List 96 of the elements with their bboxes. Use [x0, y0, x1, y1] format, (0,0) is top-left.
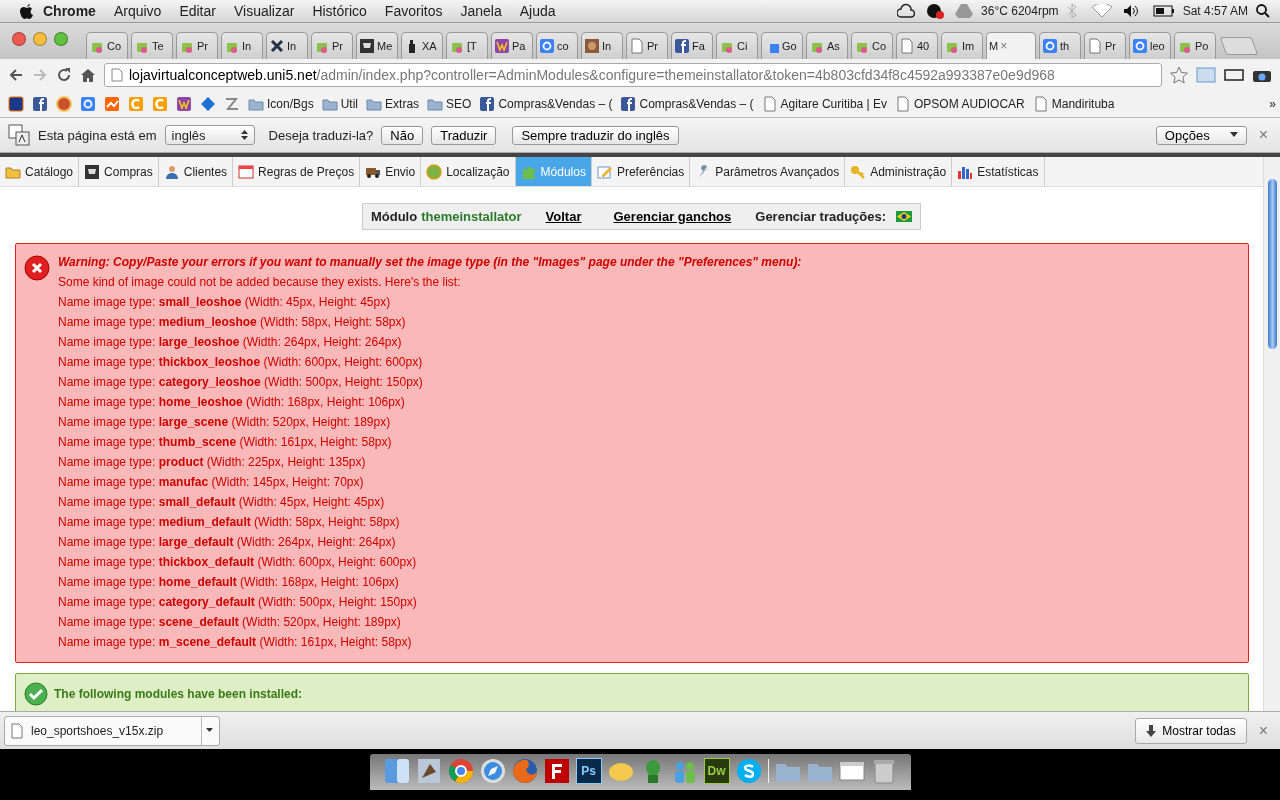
download-item[interactable]: leo_sportshoes_v15x.zip [4, 715, 220, 746]
browser-tab[interactable]: Pr [311, 32, 353, 59]
success-title: The following modules have been installed: [54, 687, 303, 701]
browser-tab[interactable]: In [221, 32, 263, 59]
translate-button[interactable]: Não [381, 125, 424, 145]
browser-tab[interactable]: In [266, 32, 308, 59]
browser-tab[interactable]: Fa [671, 32, 713, 59]
browser-tab[interactable]: XA [401, 32, 443, 59]
error-text: Name image type: thickbox_leoshoe (Width: 600px, Height: 600px) [58, 355, 424, 371]
browser-tab[interactable]: M × [986, 32, 1036, 59]
error-text: Name image type: manufac (Width: 145px, Height: 70px) [58, 475, 365, 491]
error-text: Name image type: thumb_scene (Width: 161px, Height: 58px) [58, 435, 393, 451]
translations-label: Gerenciar traduções: [755, 209, 887, 224]
error-text: Name image type: thickbox_default (Width: 600px, Height: 600px) [58, 555, 418, 571]
app-icon[interactable]: Ps [575, 758, 602, 784]
browser-tab[interactable]: co [536, 32, 578, 59]
translate-button[interactable]: Traduzir [431, 125, 497, 145]
admin-tab[interactable]: Compras [79, 157, 159, 186]
browser-tab[interactable]: Pa [491, 32, 533, 59]
admin-tab[interactable]: Catálogo [0, 157, 80, 186]
admin-tab[interactable]: Envio [360, 157, 422, 186]
admin-tab[interactable]: Localização [421, 157, 516, 186]
error-text: Name image type: m_scene_default (Width: 161px, Height: 58px) [58, 635, 413, 651]
close-button[interactable]: × [1254, 126, 1272, 144]
translate-question: Deseja traduzi-la? [268, 127, 374, 143]
browser-tab[interactable]: In [581, 32, 623, 59]
menu-item[interactable]: Histórico [303, 3, 376, 19]
browser-tab[interactable]: leo [1129, 32, 1171, 59]
browser-tab[interactable]: Te [131, 32, 173, 59]
bookmark[interactable]: SEO [423, 96, 476, 112]
module-link[interactable]: Gerenciar ganchos [613, 209, 732, 224]
bookmark[interactable]: Agitare Curitiba | Ev [757, 96, 892, 112]
error-text: Name image type: category_default (Width: 500px, Height: 150px) [58, 595, 418, 611]
error-text: Name image type: category_leoshoe (Width: 500px, Height: 150px) [58, 375, 424, 391]
error-text: Some kind of image could not be added because they exists. Here's the list: [58, 275, 462, 291]
module-name: themeinstallator [421, 209, 522, 224]
error-text: Name image type: medium_leoshoe (Width: 58px, Height: 58px) [58, 315, 407, 331]
browser-tab[interactable]: Go [761, 32, 803, 59]
menu-item[interactable]: Favoritos [375, 3, 452, 19]
close-tab-button[interactable]: × [1000, 39, 1008, 53]
clock: Sat 4:57 AM [1181, 4, 1249, 18]
admin-tab[interactable]: Estatísticas [952, 157, 1045, 186]
admin-tab[interactable]: Administração [845, 157, 953, 186]
menu-item[interactable]: Arquivo [104, 3, 171, 19]
bookmark[interactable]: Mandirituba [1028, 96, 1119, 112]
close-button[interactable]: × [1254, 721, 1272, 740]
menu-item[interactable]: Ajuda [510, 3, 565, 19]
bookmark[interactable]: OPSOM AUDIOCAR [891, 96, 1029, 112]
error-text: Name image type: small_leoshoe (Width: 45px, Height: 45px) [58, 295, 392, 311]
bookmark[interactable]: Extras [362, 96, 424, 112]
menu-item[interactable]: Janela [451, 3, 511, 19]
show-all-button[interactable]: Mostrar todas [1135, 717, 1247, 744]
bookmark[interactable]: Compras&Vendas – ( [616, 96, 758, 112]
menu-item[interactable]: Editar [170, 3, 225, 19]
bookmark[interactable]: Util [317, 96, 363, 112]
module-label: Módulo [370, 209, 418, 224]
error-text: Name image type: home_default (Width: 168px, Height: 106px) [58, 575, 400, 591]
browser-tab[interactable]: th [1039, 32, 1081, 59]
browser-tab[interactable]: Pr [1084, 32, 1126, 59]
error-text: Name image type: large_scene (Width: 520px, Height: 189px) [58, 415, 392, 431]
bookmark[interactable]: Compras&Vendas – ( [475, 96, 617, 112]
error-text: Name image type: medium_default (Width: 58px, Height: 58px) [58, 515, 401, 531]
admin-tab[interactable]: Preferências [591, 157, 691, 186]
error-text: Name image type: small_default (Width: 45px, Height: 45px) [58, 495, 386, 511]
temperature-reading: 36°C 6204rpm [980, 4, 1060, 18]
browser-tab[interactable]: Co [851, 32, 893, 59]
translate-button[interactable]: Sempre traduzir do inglês [512, 125, 679, 145]
admin-tab[interactable]: Regras de Preços [233, 157, 361, 186]
options-button[interactable]: Opções [1155, 125, 1247, 145]
browser-tab[interactable]: Po [1174, 32, 1216, 59]
translate-prompt: Esta página está em [38, 127, 157, 143]
browser-tab[interactable]: Ci [716, 32, 758, 59]
error-text: Name image type: scene_default (Width: 520px, Height: 189px) [58, 615, 402, 631]
browser-tab[interactable]: Pr [626, 32, 668, 59]
error-text: Name image type: large_default (Width: 264px, Height: 264px) [58, 535, 397, 551]
address-bar[interactable]: lojavirtualconceptweb.uni5.net/admin/index.php?controller=AdminModules&configure=themeinstallator&token=4b803cfd34f8c4592a993387e0e9d968 [104, 63, 1162, 87]
browser-tab[interactable]: 40 [896, 32, 938, 59]
error-title: Warning: Copy/Paste your errors if you want to manually set the image type (in the "Images" page under the "Preferences" menu): [58, 255, 802, 271]
language-select[interactable]: inglês [164, 125, 255, 145]
browser-tab[interactable]: Co [86, 32, 128, 59]
browser-tab[interactable]: Me [356, 32, 398, 59]
module-link[interactable]: Voltar [545, 209, 582, 224]
more-bookmarks-button[interactable]: » [1269, 97, 1276, 111]
browser-tab[interactable]: As [806, 32, 848, 59]
bookmark[interactable]: Icon/Bgs [244, 96, 318, 112]
error-text: Name image type: large_leoshoe (Width: 264px, Height: 264px) [58, 335, 403, 351]
app-icon[interactable]: Dw [703, 758, 730, 784]
error-text: Name image type: product (Width: 225px, Height: 135px) [58, 455, 367, 471]
browser-tab[interactable]: Pr [176, 32, 218, 59]
browser-tab[interactable]: [T [446, 32, 488, 59]
browser-tab[interactable]: Im [941, 32, 983, 59]
menu-item[interactable]: Visualizar [224, 3, 304, 19]
error-text: Name image type: home_leoshoe (Width: 168px, Height: 106px) [58, 395, 406, 411]
admin-tab[interactable]: Parâmetros Avançados [690, 157, 846, 186]
menu-item[interactable]: Chrome [34, 3, 105, 19]
admin-tab[interactable]: Clientes [158, 157, 234, 186]
